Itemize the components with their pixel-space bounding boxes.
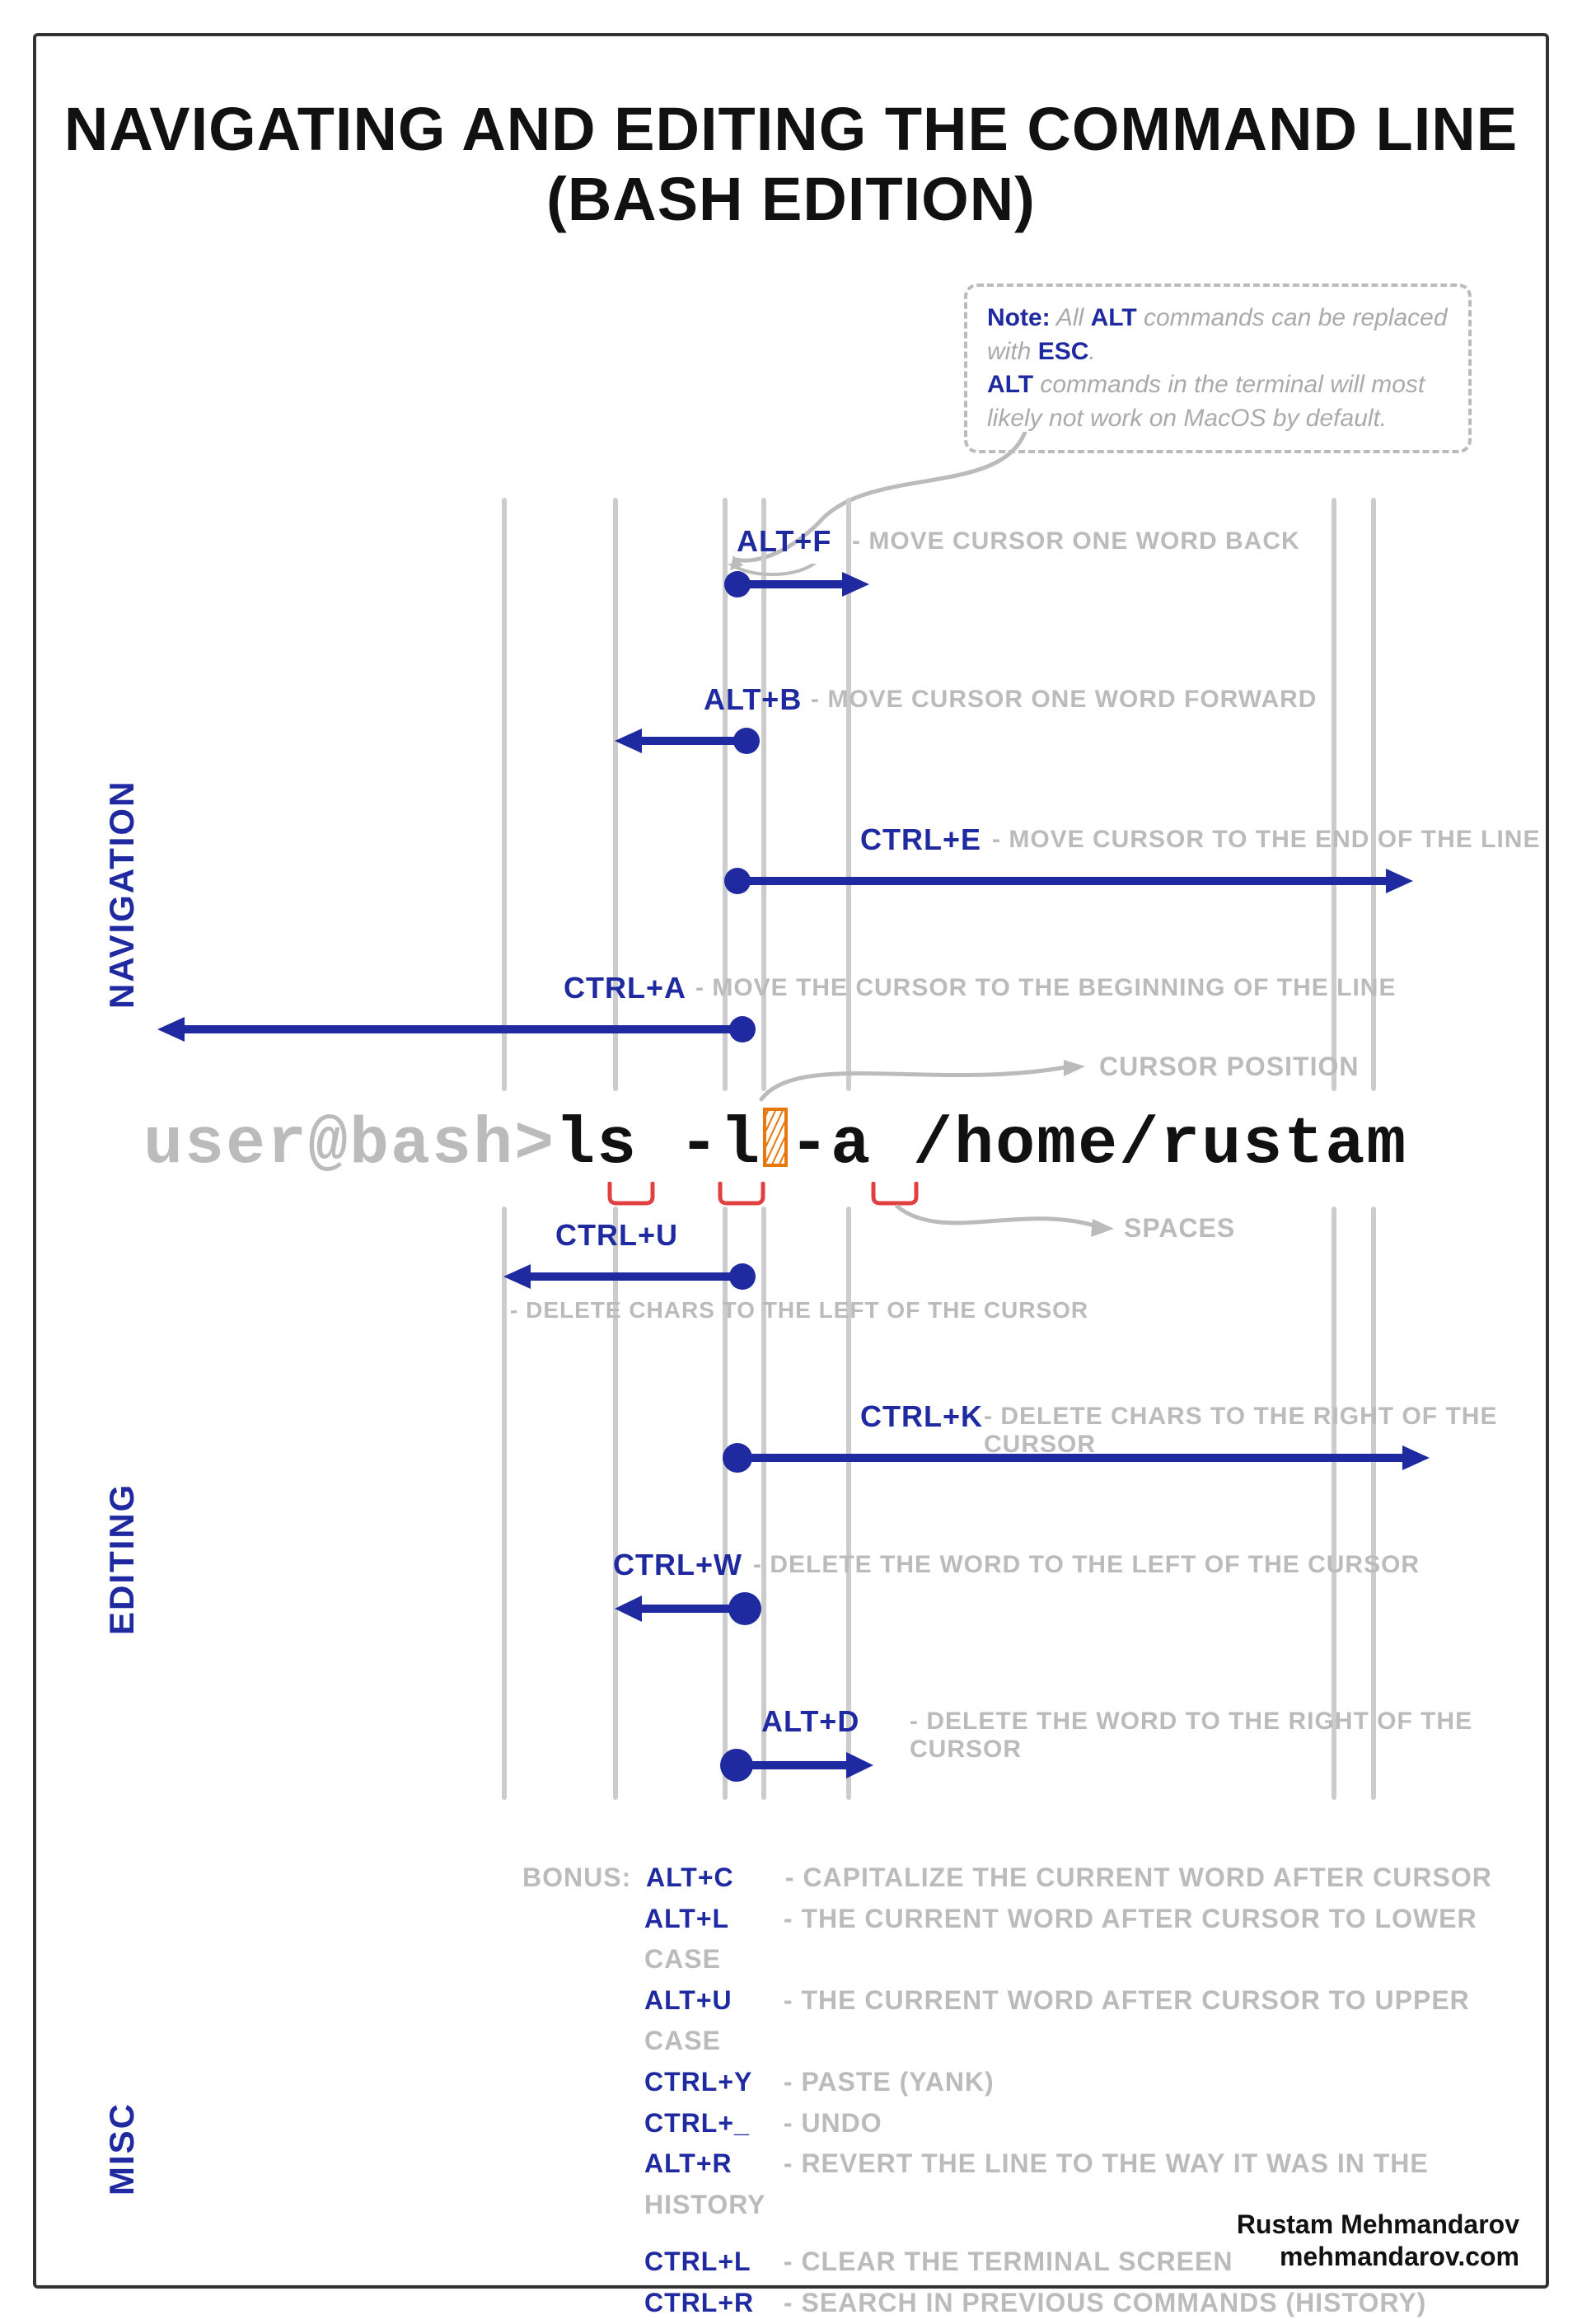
- cursor-icon: [761, 1108, 789, 1167]
- page-title: NAVIGATING AND EDITING THE COMMAND LINE …: [36, 94, 1546, 234]
- kbd-alt-f: ALT+F: [737, 524, 831, 559]
- cursor-position-connector: [757, 1042, 1103, 1108]
- desc-ctrl-k: - DELETE CHARS TO THE RIGHT OF THE CURSO…: [984, 1403, 1546, 1459]
- note-prefix: Note:: [987, 304, 1051, 331]
- kbd-alt-b: ALT+B: [704, 682, 802, 717]
- section-misc-label: MISC: [102, 2102, 142, 2195]
- note-text-1a: All: [1051, 304, 1091, 331]
- desc-misc-0: - CLEAR THE TERMINAL SCREEN: [784, 2247, 1233, 2276]
- arrow-left-long-icon: [156, 1009, 757, 1047]
- title-line-2: (BASH EDITION): [36, 164, 1546, 234]
- kbd-bonus-3: CTRL+Y: [644, 2062, 776, 2103]
- desc-ctrl-w: - DELETE THE WORD TO THE LEFT OF THE CUR…: [753, 1551, 1420, 1579]
- desc-bonus-3: - PASTE (YANK): [784, 2067, 995, 2097]
- title-line-1: NAVIGATING AND EDITING THE COMMAND LINE: [36, 94, 1546, 164]
- desc-ctrl-e: - MOVE CURSOR TO THE END OF THE LINE: [992, 826, 1540, 854]
- kbd-bonus-0: ALT+C: [646, 1858, 778, 1899]
- kbd-misc-0: CTRL+L: [644, 2242, 776, 2283]
- desc-alt-b: - MOVE CURSOR ONE WORD FORWARD: [811, 686, 1317, 714]
- shortcut-alt-d: ALT+D - DELETE THE WORD TO THE RIGHT OF …: [36, 1742, 1546, 1808]
- kbd-alt-d: ALT+D: [761, 1704, 859, 1739]
- desc-ctrl-a: - MOVE THE CURSOR TO THE BEGINNING OF TH…: [695, 974, 1396, 1002]
- kbd-bonus-2: ALT+U: [644, 1980, 776, 2022]
- kbd-bonus-1: ALT+L: [644, 1899, 776, 1940]
- kbd-bonus-5: ALT+R: [644, 2144, 776, 2185]
- desc-ctrl-u: - DELETE CHARS TO THE LEFT OF THE CURSOR: [510, 1297, 1088, 1324]
- space-bracket-icon: [606, 1182, 656, 1207]
- note-alt-2: ALT: [987, 371, 1033, 398]
- desc-bonus-0: - CAPITALIZE THE CURRENT WORD AFTER CURS…: [785, 1862, 1492, 1892]
- desc-alt-d: - DELETE THE WORD TO THE RIGHT OF THE CU…: [910, 1708, 1546, 1764]
- credit: Rustam Mehmandarov mehmandarov.com: [1237, 2209, 1519, 2272]
- note-text-1c: .: [1088, 338, 1095, 365]
- shortcut-ctrl-w: CTRL+W - DELETE THE WORD TO THE LEFT OF …: [36, 1586, 1546, 1652]
- command-line: user@bash>ls -l -a /home/rustam: [143, 1108, 1496, 1183]
- prompt: user@bash>: [143, 1108, 555, 1183]
- arrow-left-icon: [613, 720, 761, 758]
- diagram-sheet: NAVIGATING AND EDITING THE COMMAND LINE …: [33, 33, 1549, 2289]
- spaces-connector: [893, 1194, 1124, 1252]
- kbd-ctrl-w: CTRL+W: [613, 1548, 742, 1582]
- desc-misc-1: - SEARCH IN PREVIOUS COMMANDS (HISTORY): [784, 2288, 1426, 2317]
- arrow-right-icon: [723, 564, 871, 602]
- kbd-ctrl-k: CTRL+K: [860, 1399, 983, 1434]
- arrow-right-long-icon: [723, 860, 1415, 898]
- shortcut-alt-f: ALT+F - MOVE CURSOR ONE WORD BACK: [36, 564, 1546, 630]
- desc-alt-f: - MOVE CURSOR ONE WORD BACK: [852, 527, 1300, 555]
- shortcut-ctrl-k: CTRL+K - DELETE CHARS TO THE RIGHT OF TH…: [36, 1437, 1546, 1503]
- kbd-ctrl-u: CTRL+U: [555, 1218, 678, 1253]
- command-after-cursor: -a /home/rustam: [789, 1108, 1407, 1183]
- kbd-bonus-4: CTRL+_: [644, 2103, 776, 2144]
- note-text-2: commands in the terminal will most likel…: [987, 371, 1425, 432]
- space-bracket-icon: [717, 1182, 766, 1207]
- kbd-misc-1: CTRL+R: [644, 2283, 776, 2324]
- note-esc: ESC: [1038, 338, 1089, 365]
- desc-bonus-4: - UNDO: [784, 2108, 882, 2138]
- arrow-right-icon: [720, 1742, 877, 1780]
- arrow-left-icon: [502, 1256, 757, 1294]
- cursor-position-label: CURSOR POSITION: [1099, 1052, 1359, 1082]
- bonus-label: BONUS:: [522, 1862, 631, 1892]
- kbd-ctrl-e: CTRL+E: [860, 822, 981, 857]
- arrow-left-icon: [613, 1586, 761, 1624]
- command-before-cursor: ls -l: [555, 1108, 761, 1183]
- note-alt: ALT: [1091, 304, 1137, 331]
- note-box: Note: All ALT commands can be replaced w…: [964, 283, 1472, 453]
- kbd-ctrl-a: CTRL+A: [564, 971, 686, 1005]
- shortcut-ctrl-e: CTRL+E - MOVE CURSOR TO THE END OF THE L…: [36, 860, 1546, 926]
- shortcut-ctrl-u: CTRL+U - DELETE CHARS TO THE LEFT OF THE…: [36, 1256, 1546, 1322]
- spaces-label: SPACES: [1124, 1213, 1235, 1244]
- credit-site: mehmandarov.com: [1237, 2241, 1519, 2272]
- credit-name: Rustam Mehmandarov: [1237, 2209, 1519, 2240]
- shortcut-alt-b: ALT+B - MOVE CURSOR ONE WORD FORWARD: [36, 720, 1546, 786]
